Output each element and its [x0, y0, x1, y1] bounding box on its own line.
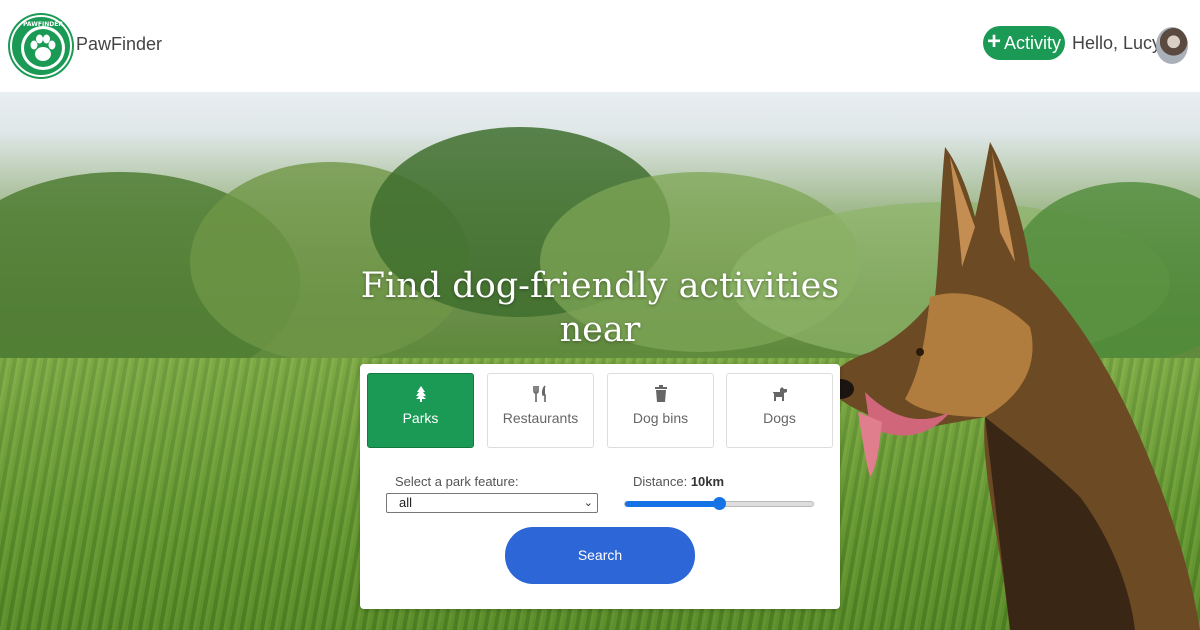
top-navbar: PAWFINDER PawFinder + Activity Hello, Lu… — [0, 0, 1200, 92]
search-card: Parks Restaurants Dog bins Dogs Select a… — [360, 364, 840, 609]
fork-knife-icon — [532, 385, 546, 402]
distance-value: 10km — [690, 474, 725, 489]
category-label: Dogs — [763, 410, 796, 426]
trash-can-icon — [654, 385, 667, 402]
category-label: Parks — [402, 410, 439, 426]
category-dog-bins[interactable]: Dog bins — [607, 373, 714, 448]
plus-icon: + — [986, 28, 1001, 55]
park-feature-value: all — [399, 495, 413, 510]
park-feature-select[interactable]: all ⌄ — [386, 493, 598, 513]
add-activity-label: Activity — [1004, 32, 1062, 53]
distance-slider[interactable] — [624, 497, 814, 510]
tree-icon — [415, 386, 426, 402]
park-feature-label: Select a park feature: — [395, 474, 519, 489]
paw-logo-icon: PAWFINDER — [21, 21, 65, 70]
user-avatar[interactable] — [1156, 27, 1188, 64]
category-dogs[interactable]: Dogs — [726, 373, 833, 448]
pawfinder-logo[interactable]: PAWFINDER — [10, 15, 72, 77]
category-label: Dog bins — [632, 410, 689, 426]
search-button[interactable]: Search — [505, 527, 695, 584]
logo-text: PAWFINDER — [23, 21, 63, 28]
add-activity-button[interactable]: + Activity — [983, 26, 1065, 60]
hero-headline-line1: Find dog-friendly activities near — [360, 266, 840, 350]
distance-label-text: Distance: — [633, 474, 688, 489]
category-label: Restaurants — [502, 410, 579, 426]
distance-slider-fill — [625, 501, 719, 507]
distance-slider-handle[interactable] — [713, 497, 726, 510]
category-parks[interactable]: Parks — [367, 373, 474, 448]
user-greeting: Hello, Lucy — [1072, 33, 1162, 53]
category-restaurants[interactable]: Restaurants — [487, 373, 594, 448]
chevron-down-icon: ⌄ — [583, 497, 593, 509]
brand-name[interactable]: PawFinder — [76, 34, 162, 55]
dog-icon — [771, 387, 787, 401]
distance-label: Distance: 10km — [633, 474, 724, 489]
